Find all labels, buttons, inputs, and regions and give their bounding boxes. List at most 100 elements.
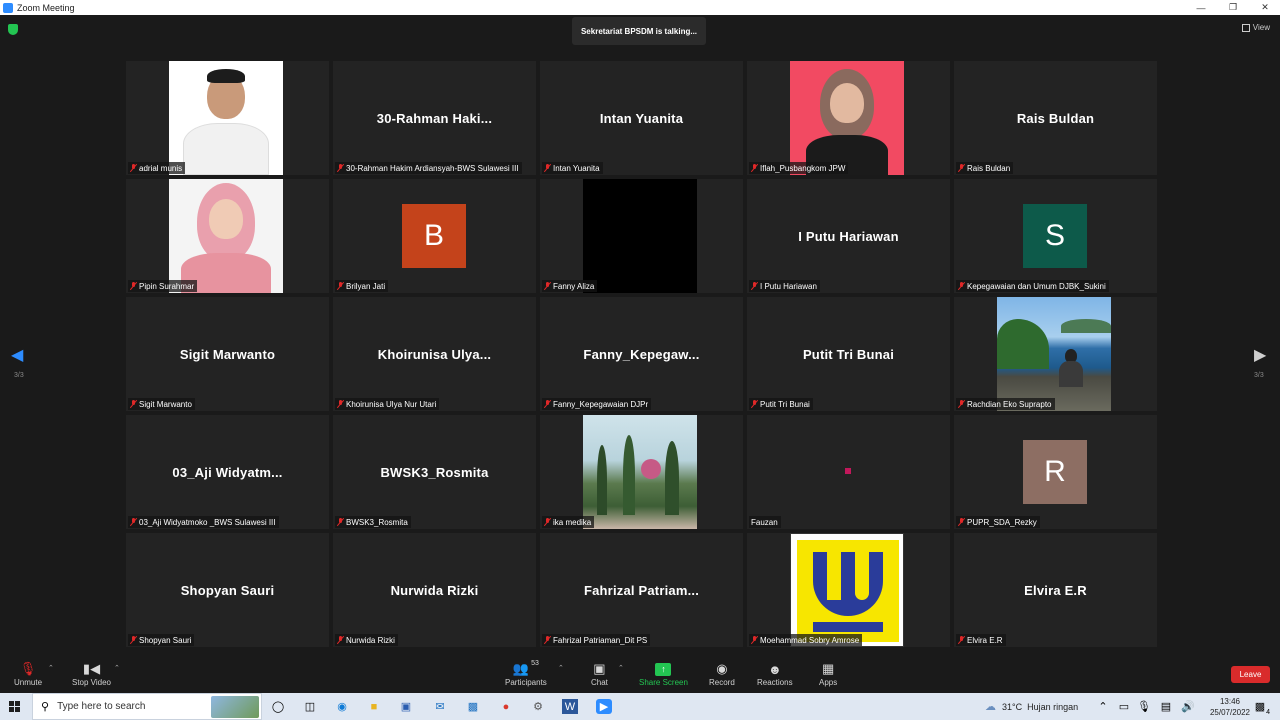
volume-icon[interactable]: 🔊	[1180, 699, 1196, 714]
participant-name-label: 30-Rahman Hakim Ardiansyah-BWS Sulawesi …	[335, 162, 522, 174]
participant-tile[interactable]: Fanny_Kepegaw... Fanny_Kepegawaian DJPr	[540, 297, 743, 411]
participant-tile[interactable]: Fauzan	[747, 415, 950, 529]
previous-page-arrow-icon[interactable]: ◀	[11, 345, 23, 365]
minimize-icon[interactable]: —	[1186, 0, 1216, 15]
grid-view-icon	[1241, 23, 1250, 32]
participant-name: Iflah_Pusbangkom JPW	[760, 163, 846, 173]
participant-tile[interactable]: ika medika	[540, 415, 743, 529]
participant-tile[interactable]: Putit Tri Bunai Putit Tri Bunai	[747, 297, 950, 411]
share-screen-label: Share Screen	[639, 678, 688, 687]
task-view-icon[interactable]: ◫	[302, 699, 318, 714]
tray-overflow-chevron-icon[interactable]: ⌃	[1095, 699, 1111, 714]
start-button[interactable]	[0, 693, 30, 720]
app-blue-icon[interactable]: ▩	[465, 699, 481, 714]
weather-widget[interactable]: ☁ 31°C Hujan ringan	[985, 693, 1078, 720]
microphone-tray-icon[interactable]: 🎙	[1136, 699, 1152, 714]
participants-label: Participants	[505, 678, 547, 687]
restore-icon[interactable]: ❐	[1218, 0, 1248, 15]
participant-tile[interactable]: Nurwida Rizki Nurwida Rizki	[333, 533, 536, 647]
participant-display-name: 03_Aji Widyatm...	[172, 464, 283, 480]
apps-icon: ▦	[821, 661, 835, 676]
muted-microphone-icon	[337, 164, 344, 172]
muted-microphone-icon	[958, 400, 965, 408]
cortana-circle-icon[interactable]: ◯	[270, 699, 286, 714]
video-options-caret-icon[interactable]: ⌃	[114, 664, 120, 672]
chrome-icon[interactable]: ●	[498, 699, 514, 714]
participant-tile[interactable]: Fahrizal Patriam... Fahrizal Patriaman_Di…	[540, 533, 743, 647]
participant-name-label: Nurwida Rizki	[335, 634, 398, 646]
file-explorer-icon[interactable]: ■	[366, 699, 382, 714]
chat-caret-icon[interactable]: ⌃	[618, 664, 624, 672]
system-clock[interactable]: 13:46 25/07/2022	[1210, 696, 1250, 718]
participant-tile[interactable]: Iflah_Pusbangkom JPW	[747, 61, 950, 175]
participant-tile[interactable]: I Putu Hariawan I Putu Hariawan	[747, 179, 950, 293]
speaking-dot-icon	[845, 468, 851, 474]
participant-name: Shopyan Sauri	[139, 635, 192, 645]
view-button[interactable]: View	[1241, 23, 1270, 32]
notifications-icon[interactable]: ▩ 4	[1252, 699, 1270, 716]
shield-icon[interactable]	[8, 24, 18, 35]
muted-microphone-icon	[958, 636, 965, 644]
participant-avatar: S	[1023, 204, 1087, 268]
participant-tile[interactable]: Moehammad Sobry Amrose	[747, 533, 950, 647]
participant-name: Putit Tri Bunai	[760, 399, 810, 409]
participant-tile[interactable]: B Brilyan Jati	[333, 179, 536, 293]
unmute-label: Unmute	[14, 678, 43, 687]
tray-app-icon[interactable]: ▭	[1116, 699, 1132, 714]
reactions-button[interactable]: ☻ Reactions	[757, 660, 793, 688]
apps-button[interactable]: ▦ Apps	[819, 660, 837, 687]
muted-microphone-icon	[337, 282, 344, 290]
participant-tile[interactable]: Rais Buldan Rais Buldan	[954, 61, 1157, 175]
participant-tile[interactable]: Pipin Surahmar	[126, 179, 329, 293]
participant-photo	[790, 61, 904, 175]
participant-tile[interactable]: 03_Aji Widyatm... 03_Aji Widyatmoko _BWS …	[126, 415, 329, 529]
word-icon[interactable]: W	[562, 699, 578, 714]
settings-gear-icon[interactable]: ⚙	[530, 699, 546, 714]
store-icon[interactable]: ▣	[398, 699, 414, 714]
edge-browser-icon[interactable]: ◉	[334, 699, 350, 714]
participant-tile[interactable]: Rachdian Eko Suprapto	[954, 297, 1157, 411]
participant-tile[interactable]: R PUPR_SDA_Rezky	[954, 415, 1157, 529]
window-title: Zoom Meeting	[17, 2, 75, 13]
participants-caret-icon[interactable]: ⌃	[558, 664, 564, 672]
chat-button[interactable]: ▣ Chat	[591, 660, 608, 687]
participant-name-label: Shopyan Sauri	[128, 634, 195, 646]
participant-tile[interactable]: adrial munis	[126, 61, 329, 175]
participant-name: Pipin Surahmar	[139, 281, 195, 291]
unmute-button[interactable]: 🎙 Unmute	[14, 660, 42, 687]
network-icon[interactable]: ▤	[1158, 699, 1174, 714]
stop-video-button[interactable]: ▮◀ Stop Video	[72, 660, 111, 687]
notification-count: 4	[1266, 709, 1270, 716]
muted-microphone-icon	[337, 400, 344, 408]
share-screen-button[interactable]: ↑ Share Screen	[639, 660, 688, 687]
participant-name: Rais Buldan	[967, 163, 1011, 173]
zoom-taskbar-icon[interactable]: ▶	[596, 699, 612, 714]
leave-button[interactable]: Leave	[1231, 666, 1270, 683]
participant-tile[interactable]: Intan Yuanita Intan Yuanita	[540, 61, 743, 175]
close-icon[interactable]: ✕	[1250, 0, 1280, 15]
participant-tile[interactable]: Khoirunisa Ulya... Khoirunisa Ulya Nur Ut…	[333, 297, 536, 411]
weather-text: Hujan ringan	[1027, 701, 1079, 712]
participant-avatar: R	[1023, 440, 1087, 504]
participant-tile[interactable]: S Kepegawaian dan Umum DJBK_Sukini	[954, 179, 1157, 293]
participant-name-label: Rachdian Eko Suprapto	[956, 398, 1055, 410]
participant-tile[interactable]: Shopyan Sauri Shopyan Sauri	[126, 533, 329, 647]
audio-options-caret-icon[interactable]: ⌃	[48, 664, 54, 672]
mail-icon[interactable]: ✉	[432, 699, 448, 714]
meeting-area: Sekretariat BPSDM is talking... View ◀ 3…	[0, 15, 1280, 655]
participant-tile[interactable]: BWSK3_Rosmita BWSK3_Rosmita	[333, 415, 536, 529]
muted-microphone-icon	[130, 636, 137, 644]
next-page-arrow-icon[interactable]: ▶	[1254, 345, 1266, 365]
participant-tile[interactable]: Elvira E.R Elvira E.R	[954, 533, 1157, 647]
muted-microphone-icon	[751, 636, 758, 644]
participant-tile[interactable]: Sigit Marwanto Sigit Marwanto	[126, 297, 329, 411]
participant-tile[interactable]: Fanny Aliza	[540, 179, 743, 293]
participants-button[interactable]: 👥 53 Participants	[505, 660, 547, 687]
participant-name: ika medika	[553, 517, 592, 527]
zoom-app-icon	[3, 2, 13, 13]
participant-name-label: Iflah_Pusbangkom JPW	[749, 162, 849, 174]
participant-tile[interactable]: 30-Rahman Haki... 30-Rahman Hakim Ardians…	[333, 61, 536, 175]
muted-microphone-icon	[958, 282, 965, 290]
record-button[interactable]: ◉ Record	[709, 660, 735, 687]
taskbar-search-box[interactable]: ⚲ Type here to search	[32, 693, 262, 720]
